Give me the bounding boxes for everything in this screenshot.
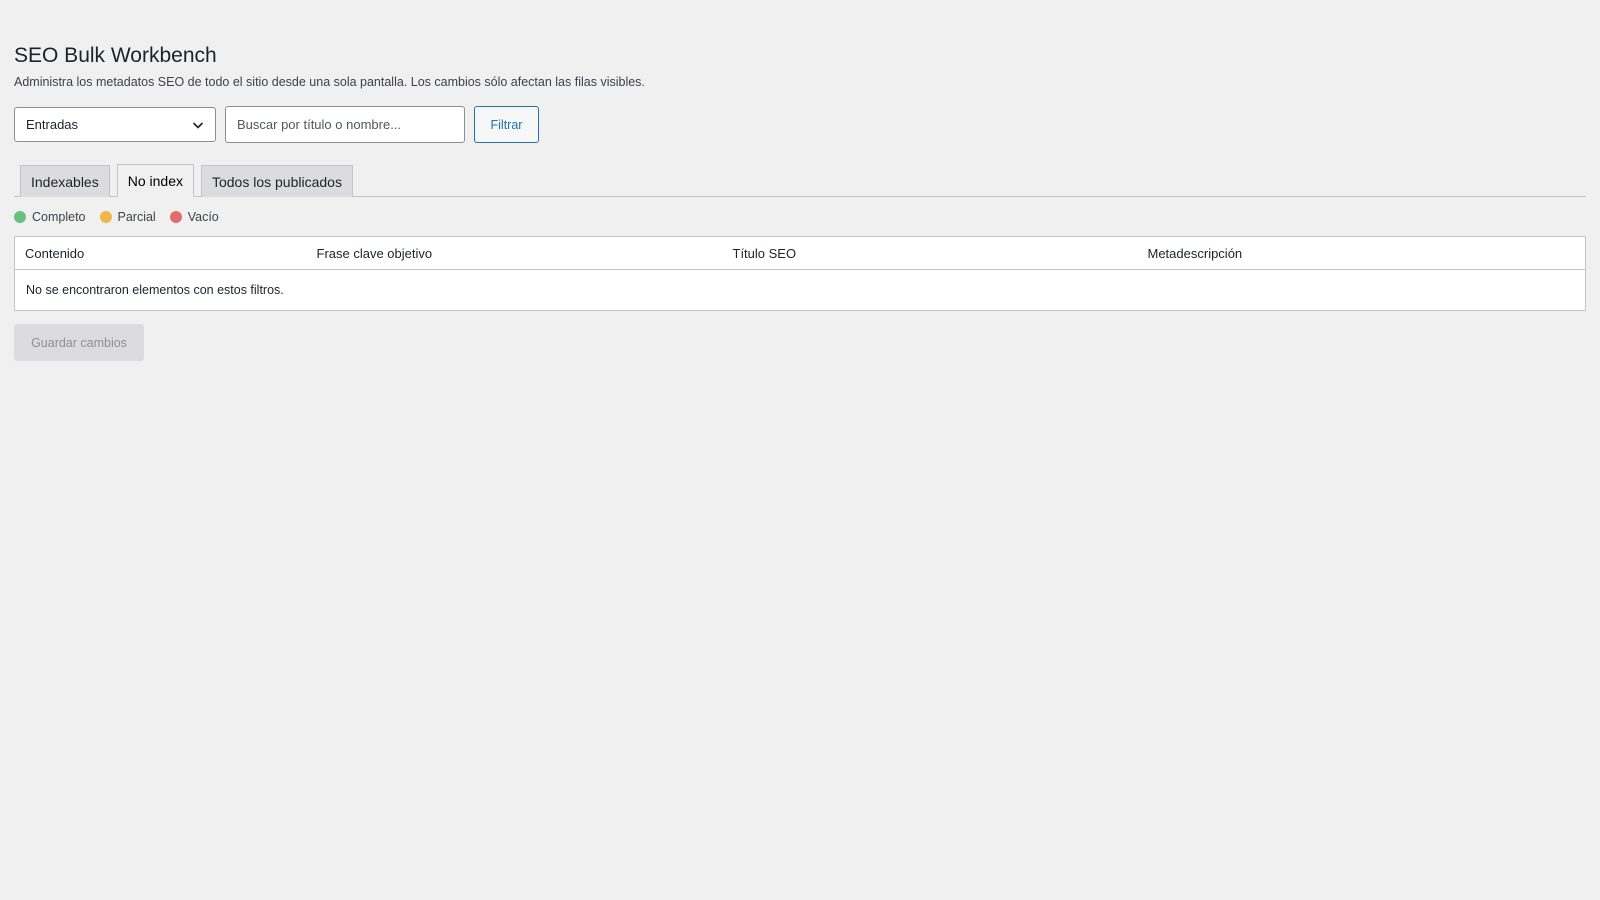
post-type-select-value: Entradas xyxy=(26,117,79,133)
tab-no-index[interactable]: No index xyxy=(116,164,194,198)
status-legend: Completo Parcial Vacío xyxy=(14,209,1586,225)
column-header-contenido: Contenido xyxy=(14,236,307,271)
seo-workbench-page: SEO Bulk Workbench Administra los metada… xyxy=(0,0,1600,362)
table-row: No se encontraron elementos con estos fi… xyxy=(15,270,1586,311)
column-header-frase-clave: Frase clave objetivo xyxy=(306,236,723,271)
post-type-select[interactable]: Entradas xyxy=(14,107,216,143)
legend-label: Parcial xyxy=(117,210,156,225)
tab-todos-publicados[interactable]: Todos los publicados xyxy=(200,165,353,198)
status-dot-yellow-icon xyxy=(99,211,112,224)
legend-label: Vacío xyxy=(187,210,219,225)
legend-item-completo: Completo xyxy=(14,210,86,224)
status-dot-green-icon xyxy=(14,211,26,224)
filter-button[interactable]: Filtrar xyxy=(474,106,539,144)
legend-item-parcial: Parcial xyxy=(99,210,156,225)
tab-indexables[interactable]: Indexables xyxy=(20,165,110,198)
chevron-down-icon xyxy=(192,122,204,129)
column-header-metadescripcion: Metadescripción xyxy=(1137,236,1586,271)
seo-table: Contenido Frase clave objetivo Título SE… xyxy=(14,236,1586,312)
save-changes-button[interactable]: Guardar cambios xyxy=(14,324,144,362)
legend-item-vacio: Vacío xyxy=(169,210,219,225)
page-title: SEO Bulk Workbench xyxy=(14,44,217,67)
status-dot-red-icon xyxy=(169,211,182,224)
filter-bar: Entradas Filtrar xyxy=(14,106,1586,144)
table-header-row: Contenido Frase clave objetivo Título SE… xyxy=(14,236,1586,271)
search-input[interactable] xyxy=(225,106,465,144)
column-header-titulo-seo: Título SEO xyxy=(722,236,1138,271)
empty-table-message: No se encontraron elementos con estos fi… xyxy=(26,283,284,298)
page-description: Administra los metadatos SEO de todo el … xyxy=(14,75,645,90)
status-tabs: Indexables No index Todos los publicados xyxy=(14,164,1586,198)
legend-label: Completo xyxy=(32,210,86,225)
